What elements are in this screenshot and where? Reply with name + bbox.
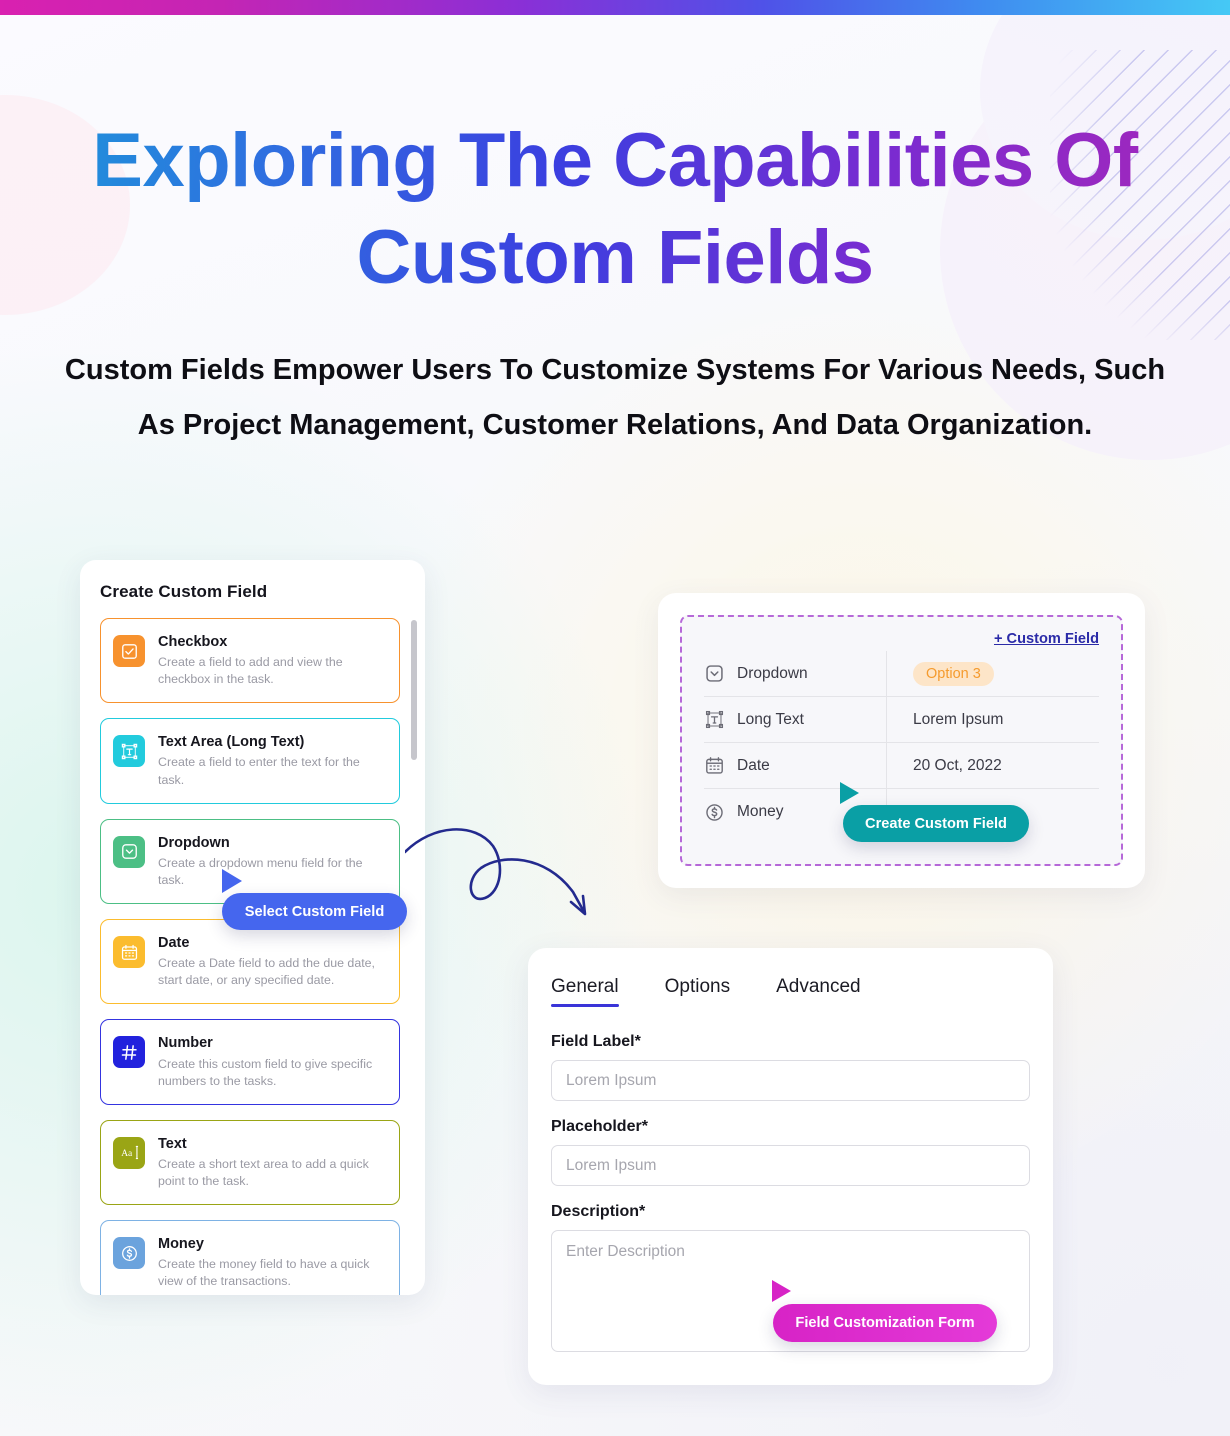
custom-field-table-card: + Custom Field Dropdown Option 3 Long Te… [658,593,1145,888]
calendar-icon [113,936,145,969]
field-type-desc: Create this custom field to give specifi… [158,1056,373,1088]
money-icon [113,1237,145,1270]
table-row-label: Money [737,803,784,820]
dropdown-icon [704,663,725,684]
cursor-pointer-form-icon [772,1280,791,1302]
field-type-text: Checkbox Create a field to add and view t… [158,633,387,688]
add-custom-field-link[interactable]: + Custom Field [704,631,1099,647]
field-type-item[interactable]: Date Create a Date field to add the due d… [100,919,400,1005]
dropdown-icon [113,835,145,868]
field-type-name: Text [158,1135,187,1152]
field-type-item[interactable]: Text Area (Long Text) Create a field to e… [100,718,400,804]
form-field-label: Description* [551,1203,646,1220]
table-row-label: Long Text [737,710,804,728]
table-cell-value-wrap: 20 Oct, 2022 [887,757,1099,775]
field-type-text: Text Create a short text area to add a qu… [158,1135,387,1190]
table-cell-value: 20 Oct, 2022 [913,756,1002,774]
field-type-name: Text Area (Long Text) [158,734,305,751]
field-type-text: Dropdown Create a dropdown menu field for… [158,834,387,889]
field-type-text: Number Create this custom field to give s… [158,1034,387,1089]
field-type-item[interactable]: Checkbox Create a field to add and view t… [100,618,400,704]
table-cell-value-wrap: Option 3 [887,661,1099,686]
table-cell-label: Dropdown [704,651,887,696]
field-type-item[interactable]: Dropdown Create a dropdown menu field for… [100,818,400,905]
hash-icon [113,1036,145,1069]
page-subtitle: Custom Fields Empower Users To Customize… [64,353,1166,441]
long-text-icon [113,735,145,768]
field-type-name: Dropdown [158,834,230,851]
badge-create-custom-field[interactable]: Create Custom Field [843,805,1029,842]
table-row-label: Date [737,756,770,774]
table-cell-label: Date [704,743,887,788]
table-row[interactable]: Date 20 Oct, 2022 [704,743,1099,789]
text-aa-icon: Aa [113,1136,145,1169]
field-type-desc: Create a field to add and view the check… [158,655,343,687]
form-tabs: General Options Advanced [551,976,1030,1007]
field-type-desc: Create a field to enter the text for the… [158,755,360,787]
tab-advanced[interactable]: Advanced [776,976,861,1007]
option-badge: Option 3 [913,661,994,686]
long-text-icon [704,709,725,730]
tab-general[interactable]: General [551,976,619,1007]
table-cell-value: Lorem Ipsum [913,710,1004,728]
svg-text:Aa: Aa [121,1149,133,1159]
form-field-label: Placeholder* [551,1118,648,1135]
field-type-desc: Create a dropdown menu field for the tas… [158,855,363,887]
table-cell-label: Long Text [704,697,887,742]
badge-select-custom-field[interactable]: Select Custom Field [222,893,407,930]
table-row-label: Dropdown [737,664,808,682]
form-field-label: Field Label* [551,1033,641,1050]
field-type-name: Date [158,935,190,952]
placeholder-input[interactable] [551,1145,1030,1186]
table-cell-value-wrap: Lorem Ipsum [887,711,1099,729]
checkbox-icon [113,635,145,667]
field-type-desc: Create the money field to have a quick v… [158,1257,370,1289]
page-header: Exploring The Capabilities Of Custom Fie… [0,0,1230,453]
badge-field-customization-form[interactable]: Field Customization Form [773,1304,997,1342]
field-label-input[interactable] [551,1060,1030,1101]
cursor-pointer-create-icon [840,782,859,804]
page-title-line2: Custom Fields [356,215,874,301]
field-type-desc: Create a short text area to add a quick … [158,1156,369,1188]
field-type-item[interactable]: Number Create this custom field to give s… [100,1019,400,1105]
field-type-name: Money [158,1236,204,1253]
tab-options[interactable]: Options [665,976,730,1007]
cursor-pointer-select-icon [222,869,242,893]
field-type-text: Date Create a Date field to add the due d… [158,934,387,989]
field-type-text: Text Area (Long Text) Create a field to e… [158,733,387,788]
field-type-name: Checkbox [158,634,228,650]
custom-field-type-list: Checkbox Create a field to add and view t… [100,618,407,1295]
money-icon [704,802,725,823]
table-row[interactable]: Dropdown Option 3 [704,651,1099,697]
field-type-text: Money Create the money field to have a qu… [158,1235,387,1290]
field-type-item[interactable]: Aa Text Create a short text area to add a… [100,1119,400,1206]
field-type-name: Number [158,1035,213,1052]
table-row[interactable]: Long Text Lorem Ipsum [704,697,1099,743]
create-custom-field-title: Create Custom Field [100,582,268,601]
field-type-item[interactable]: Money Create the money field to have a qu… [100,1220,400,1295]
page-title-line1: Exploring The Capabilities Of [92,118,1138,203]
curved-arrow [405,828,587,916]
card-scrollbar-thumb[interactable] [411,620,417,760]
page-title: Exploring The Capabilities Of Custom Fie… [0,112,1230,307]
calendar-icon [704,755,725,776]
field-type-desc: Create a Date field to add the due date,… [158,956,375,988]
